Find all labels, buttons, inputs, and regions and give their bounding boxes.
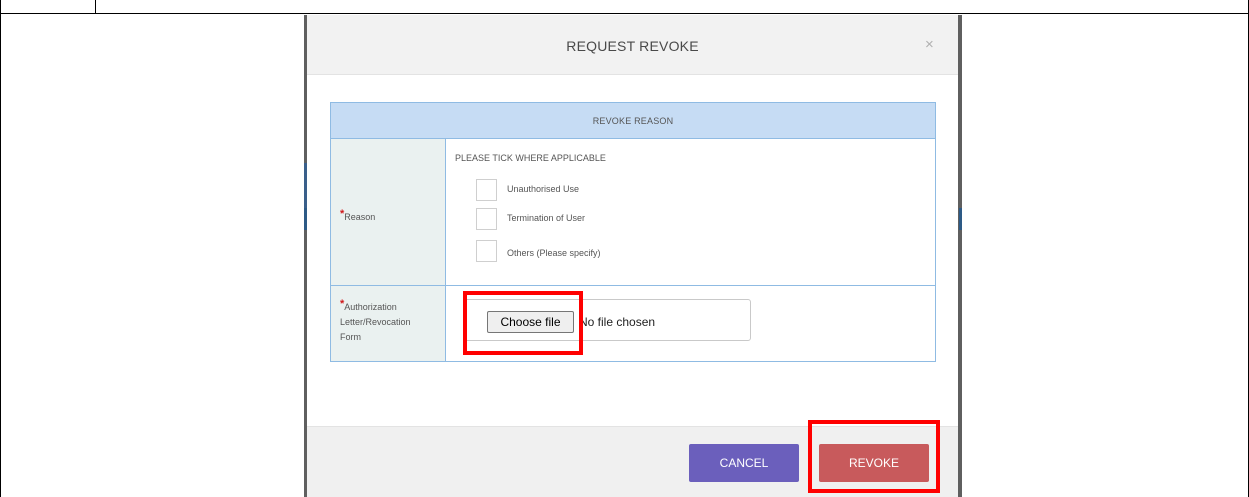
authorization-label: *Authorization Letter/Revocation Form bbox=[340, 298, 411, 342]
choose-file-highlight bbox=[463, 291, 583, 355]
option-label-others: Others (Please specify) bbox=[507, 248, 601, 258]
reason-value-cell: PLEASE TICK WHERE APPLICABLE Unauthorise… bbox=[446, 139, 935, 286]
checkbox-unauthorised-use[interactable] bbox=[476, 179, 497, 201]
tick-instruction: PLEASE TICK WHERE APPLICABLE bbox=[455, 153, 606, 163]
background-page-hint bbox=[959, 208, 962, 230]
reason-label: *Reason bbox=[340, 208, 376, 222]
revoke-form-table: REVOKE REASON *Reason PLEASE TICK WHERE … bbox=[330, 102, 936, 362]
modal-header: REQUEST REVOKE × bbox=[307, 15, 958, 75]
reason-label-cell: *Reason bbox=[331, 139, 446, 286]
option-label-unauthorised-use: Unauthorised Use bbox=[507, 184, 580, 194]
document-column-divider bbox=[95, 0, 96, 14]
cancel-button[interactable]: CANCEL bbox=[689, 444, 799, 482]
document-top-row bbox=[0, 0, 1249, 14]
checkbox-others[interactable] bbox=[476, 240, 497, 262]
checkbox-termination-of-user[interactable] bbox=[476, 208, 497, 230]
close-icon[interactable]: × bbox=[925, 37, 934, 53]
modal-title: REQUEST REVOKE bbox=[566, 38, 699, 54]
section-header: REVOKE REASON bbox=[331, 103, 935, 139]
required-asterisk: * bbox=[340, 298, 345, 310]
option-label-termination-of-user: Termination of User bbox=[507, 213, 586, 223]
required-asterisk: * bbox=[340, 208, 345, 220]
revoke-button-highlight bbox=[808, 420, 940, 493]
authorization-label-cell: *Authorization Letter/Revocation Form bbox=[331, 286, 446, 361]
file-status-text: No file chosen bbox=[579, 315, 656, 329]
section-title: REVOKE REASON bbox=[592, 116, 674, 126]
